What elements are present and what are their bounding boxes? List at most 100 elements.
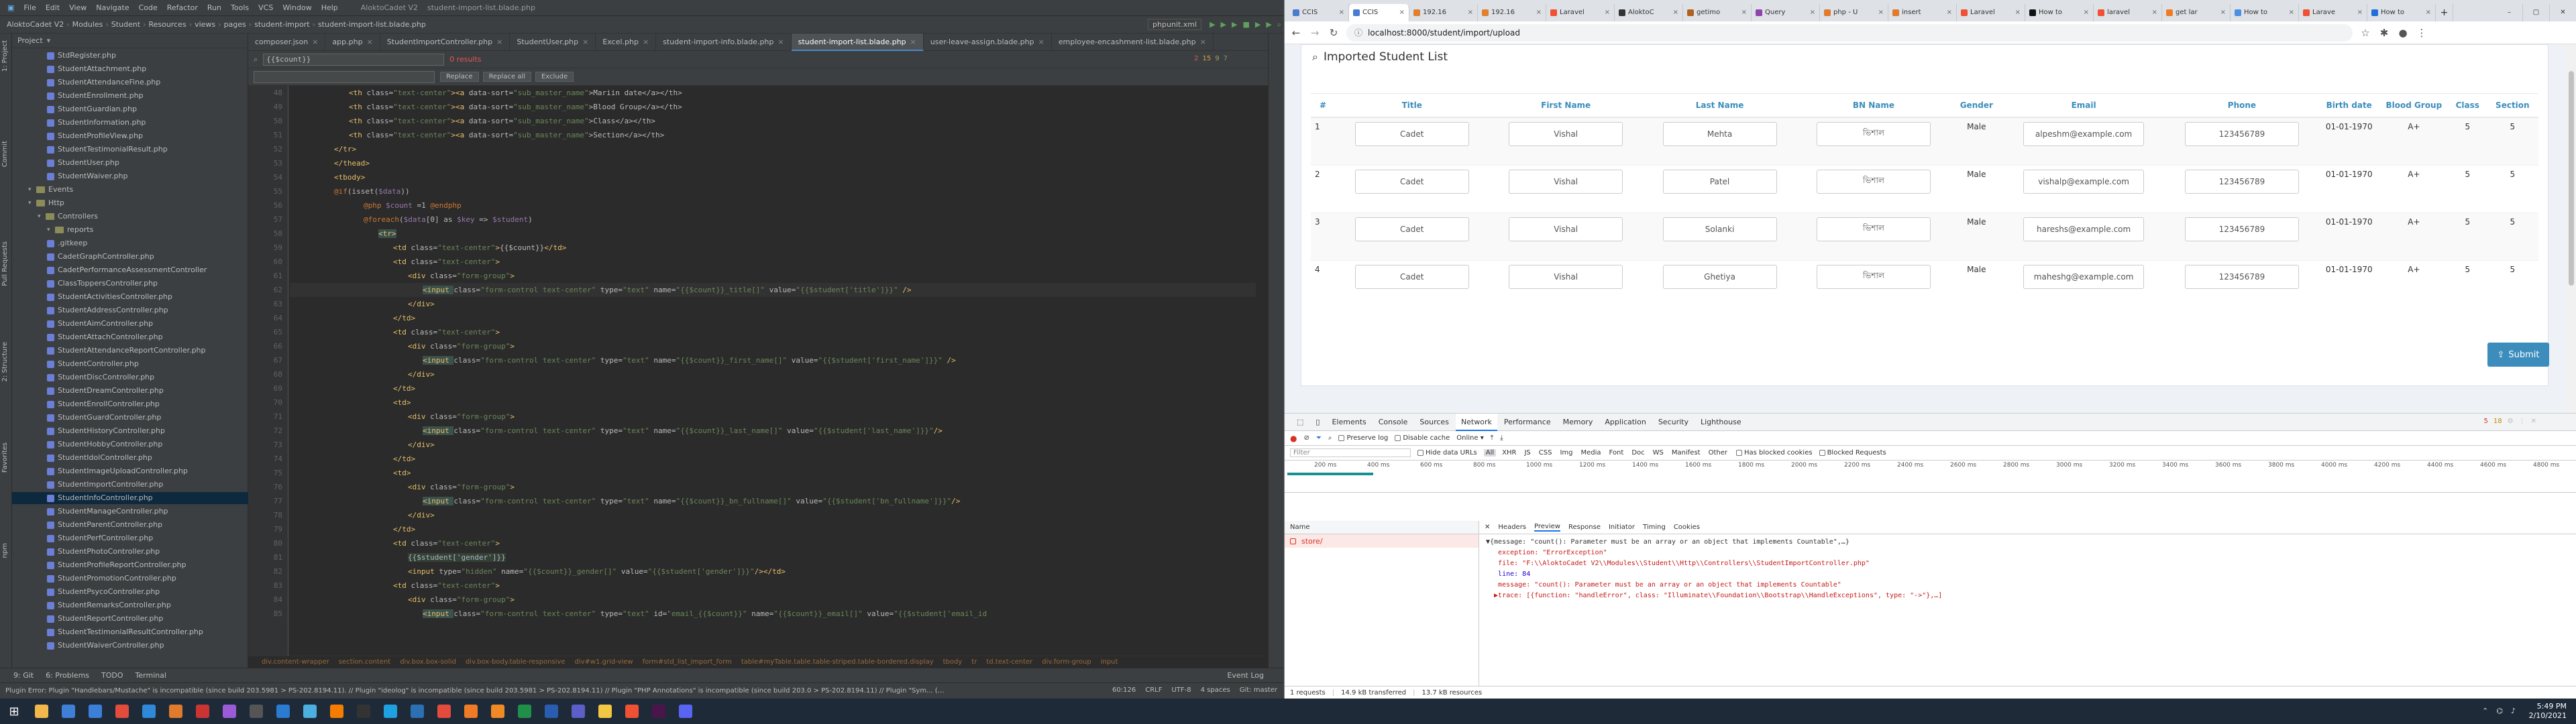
menu-view[interactable]: View bbox=[64, 3, 91, 12]
tree-file[interactable]: StudentController.php bbox=[12, 358, 248, 370]
status-widget[interactable]: CRLF bbox=[1145, 686, 1162, 694]
column-header[interactable]: Blood Group bbox=[2379, 93, 2449, 118]
column-header[interactable]: BN Name bbox=[1796, 93, 1951, 118]
bottom-tool-tab[interactable]: TODO bbox=[101, 671, 123, 680]
git-update-icon[interactable]: ▶ bbox=[1252, 20, 1263, 29]
tree-file[interactable]: StudentUser.php bbox=[12, 157, 248, 169]
phone-input[interactable]: 123456789 bbox=[2184, 122, 2299, 146]
detail-tab[interactable]: Cookies bbox=[1674, 524, 1700, 531]
browser-tab[interactable]: 192.16 × bbox=[1478, 4, 1546, 21]
structure-crumb[interactable]: div.content-wrapper bbox=[262, 658, 329, 666]
tree-file[interactable]: StudentPromotionController.php bbox=[12, 572, 248, 585]
title-input[interactable]: Cadet bbox=[1354, 217, 1469, 241]
structure-crumb[interactable]: td.text-center bbox=[986, 658, 1032, 666]
email-input[interactable]: vishalp@example.com bbox=[2023, 169, 2145, 194]
excel-icon[interactable] bbox=[511, 699, 538, 724]
maximize-icon[interactable]: ▢ bbox=[2523, 4, 2550, 21]
detail-tab[interactable]: Preview bbox=[1534, 523, 1560, 532]
column-header[interactable]: Gender bbox=[1950, 93, 2002, 118]
minimize-icon[interactable]: – bbox=[2496, 4, 2523, 21]
tree-file[interactable]: StudentDiscController.php bbox=[12, 371, 248, 383]
close-icon[interactable]: × bbox=[1605, 4, 1610, 21]
tree-file[interactable]: StudentIdolController.php bbox=[12, 452, 248, 464]
structure-crumb[interactable]: tbody bbox=[943, 658, 963, 666]
project-panel-header[interactable]: Project ▾ bbox=[12, 34, 248, 48]
blocked-cookies-checkbox[interactable]: Has blocked cookies bbox=[1736, 449, 1813, 457]
tree-file[interactable]: StudentGuardController.php bbox=[12, 412, 248, 424]
close-icon[interactable]: × bbox=[1399, 4, 1405, 21]
tree-folder[interactable]: ▾ Events bbox=[12, 184, 248, 196]
email-input[interactable]: maheshg@example.com bbox=[2023, 264, 2145, 289]
vlc-icon[interactable] bbox=[484, 699, 511, 724]
tree-file[interactable]: StudentTestimonialResult.php bbox=[12, 143, 248, 156]
tree-file[interactable]: StudentProfileReportController.php bbox=[12, 559, 248, 571]
tree-file[interactable]: StudentImportController.php bbox=[12, 479, 248, 491]
tool-tab-5[interactable]: npm bbox=[1, 543, 11, 558]
devtools-tab[interactable]: Security bbox=[1653, 414, 1694, 431]
browser-tab[interactable]: Laravel × bbox=[1957, 4, 2025, 21]
close-icon[interactable]: × bbox=[2084, 4, 2089, 21]
close-icon[interactable]: × bbox=[1741, 4, 1747, 21]
browser-tab[interactable]: getimo × bbox=[1683, 4, 1752, 21]
word-icon[interactable] bbox=[538, 699, 565, 724]
last-input[interactable]: Mehta bbox=[1662, 122, 1777, 146]
name-column-header[interactable]: Name bbox=[1285, 521, 1479, 534]
browser-tab[interactable]: insert × bbox=[1888, 4, 1957, 21]
phone-input[interactable]: 123456789 bbox=[2184, 169, 2299, 194]
menu-run[interactable]: Run bbox=[203, 3, 226, 12]
replace-button-1[interactable]: Replace all bbox=[482, 72, 531, 82]
search-icon[interactable]: ⌕ bbox=[1328, 434, 1332, 442]
tree-file[interactable]: StudentEnrollment.php bbox=[12, 90, 248, 102]
close-window-icon[interactable]: ✕ bbox=[2550, 4, 2576, 21]
nav-crumb[interactable]: views bbox=[192, 20, 218, 29]
menu-icon[interactable]: ⋮ bbox=[2416, 27, 2428, 39]
menu-navigate[interactable]: Navigate bbox=[91, 3, 133, 12]
structure-crumb[interactable]: form#std_list_import_form bbox=[643, 658, 732, 666]
preserve-log-checkbox[interactable]: Preserve log bbox=[1338, 434, 1388, 442]
tree-file[interactable]: StudentGuardian.php bbox=[12, 103, 248, 115]
type-filter-chip[interactable]: All bbox=[1483, 449, 1497, 457]
tree-file[interactable]: StudentAttachController.php bbox=[12, 331, 248, 343]
type-filter-chip[interactable]: JS bbox=[1522, 449, 1532, 457]
tool-tab-3[interactable]: 2: Structure bbox=[1, 342, 11, 381]
structure-crumb[interactable]: input bbox=[1101, 658, 1118, 666]
devtools-tab[interactable]: Console bbox=[1373, 414, 1413, 431]
close-icon[interactable]: × bbox=[1878, 4, 1884, 21]
bottom-tool-tab[interactable]: 6: Problems bbox=[46, 671, 89, 680]
type-filter-chip[interactable]: WS bbox=[1651, 449, 1666, 457]
tree-file[interactable]: StudentParentController.php bbox=[12, 519, 248, 531]
column-header[interactable]: Class bbox=[2448, 93, 2487, 118]
close-icon[interactable]: × bbox=[2426, 4, 2431, 21]
teams-icon[interactable] bbox=[565, 699, 592, 724]
structure-crumb[interactable]: table#myTable.table.table-striped.table-… bbox=[741, 658, 934, 666]
chevron-up-icon[interactable]: ⌃ bbox=[2482, 707, 2488, 715]
mail-icon[interactable] bbox=[55, 699, 82, 724]
structure-crumb[interactable]: section.content bbox=[339, 658, 390, 666]
xampp-icon[interactable] bbox=[323, 699, 350, 724]
email-input[interactable]: hareshs@example.com bbox=[2023, 217, 2145, 241]
browser-tab[interactable]: AloktoC × bbox=[1615, 4, 1683, 21]
record-icon[interactable]: ● bbox=[1290, 434, 1297, 443]
type-filter-chip[interactable]: Manifest bbox=[1670, 449, 1703, 457]
last-input[interactable]: Patel bbox=[1662, 169, 1777, 194]
info-icon[interactable]: ⓘ bbox=[1354, 27, 1362, 38]
address-bar[interactable]: ⓘ localhost:8000/student/import/upload bbox=[1346, 23, 2353, 42]
title-input[interactable]: Cadet bbox=[1354, 169, 1469, 194]
submit-button[interactable]: ⇪ Submit bbox=[2487, 343, 2549, 367]
tree-file[interactable]: CadetGraphController.php bbox=[12, 251, 248, 263]
tree-file[interactable]: StudentWaiverController.php bbox=[12, 640, 248, 652]
close-icon[interactable]: × bbox=[1810, 4, 1815, 21]
tree-file[interactable]: StudentInformation.php bbox=[12, 117, 248, 129]
bn-input[interactable]: ভিশাল bbox=[1816, 264, 1931, 289]
json-line[interactable]: line: 84 bbox=[1486, 570, 1530, 578]
tree-file[interactable]: StudentWaiver.php bbox=[12, 170, 248, 182]
nav-crumb[interactable]: student-import-list.blade.php bbox=[315, 20, 429, 29]
column-header[interactable]: Last Name bbox=[1642, 93, 1797, 118]
page-scrollbar[interactable] bbox=[2566, 44, 2576, 413]
editor-tab[interactable]: user-leave-assign.blade.php × bbox=[924, 34, 1052, 51]
search-everywhere-icon[interactable]: ⌕ bbox=[1275, 20, 1284, 29]
first-input[interactable]: Vishal bbox=[1509, 264, 1623, 289]
close-icon[interactable]: × bbox=[777, 38, 784, 46]
disable-cache-checkbox[interactable]: Disable cache bbox=[1395, 434, 1450, 442]
tree-file[interactable]: StudentHistoryController.php bbox=[12, 425, 248, 437]
